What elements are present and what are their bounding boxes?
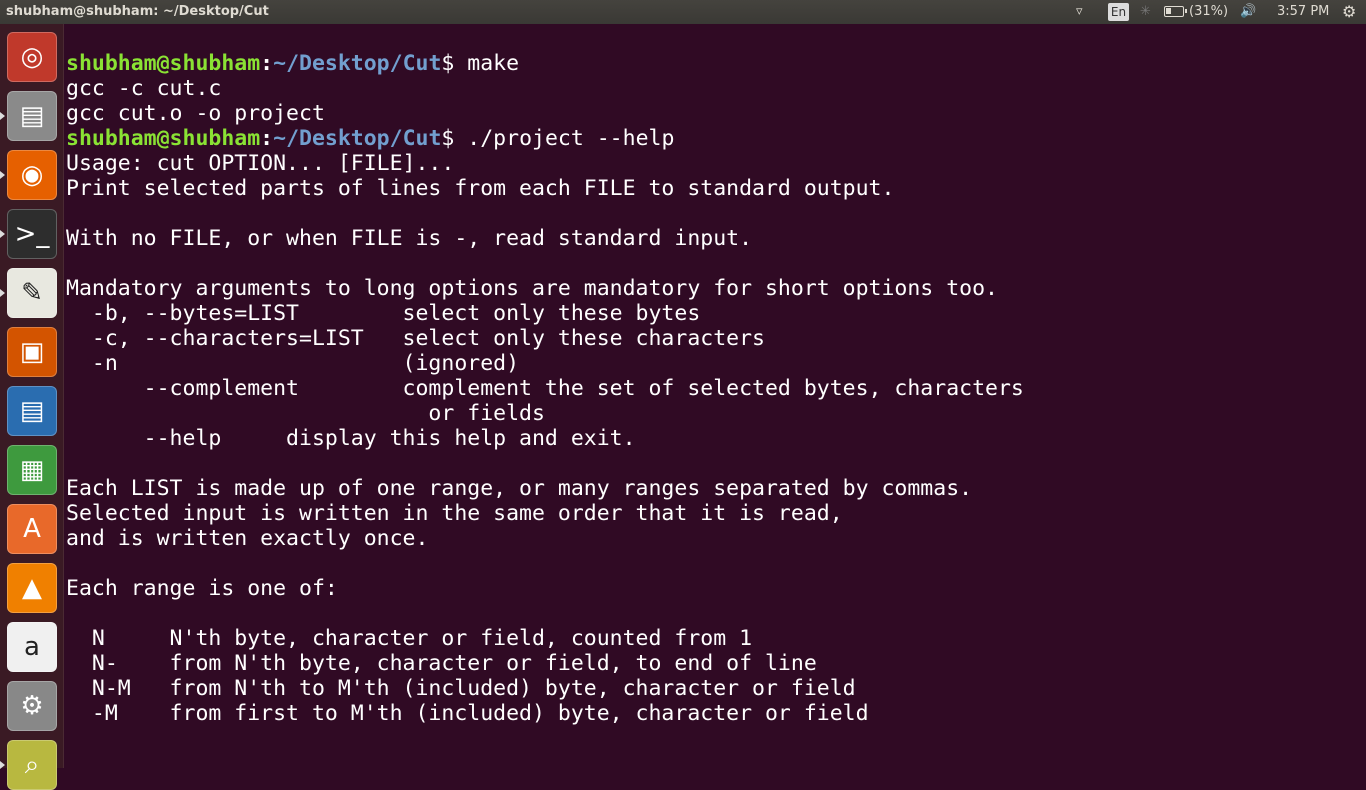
keyboard-layout-indicator[interactable]: En xyxy=(1108,3,1129,21)
launcher-libreoffice-impress-icon[interactable]: ▣ xyxy=(7,327,57,377)
output-line: N-M from N'th to M'th (included) byte, c… xyxy=(66,676,856,701)
output-line: or fields xyxy=(66,401,545,426)
output-line: With no FILE, or when FILE is -, read st… xyxy=(66,226,753,251)
launcher-amazon-icon[interactable]: a xyxy=(7,622,57,672)
battery-icon[interactable] xyxy=(1164,6,1187,17)
output-line: -b, --bytes=LIST select only these bytes xyxy=(66,301,701,326)
output-line: -M from first to M'th (included) byte, c… xyxy=(66,701,869,726)
prompt-line: shubham@shubham:~/Desktop/Cut$ ./project… xyxy=(66,126,1024,151)
power-gear-icon[interactable]: ⚙ xyxy=(1342,2,1356,21)
prompt-colon: : xyxy=(260,51,274,76)
running-indicator xyxy=(0,112,5,120)
output-line: Selected input is written in the same or… xyxy=(66,501,843,526)
output-line: Each LIST is made up of one range, or ma… xyxy=(66,476,973,501)
prompt-dollar: $ xyxy=(441,126,468,151)
launcher-libreoffice-calc-icon[interactable]: ▦ xyxy=(7,445,57,495)
prompt-colon: : xyxy=(260,126,274,151)
command-text: make xyxy=(467,51,520,76)
prompt-path: ~/Desktop/Cut xyxy=(273,126,442,151)
launcher-firefox-icon[interactable]: ◉ xyxy=(7,150,57,200)
bluetooth-icon[interactable]: ✳ xyxy=(1140,4,1151,19)
output-line: -c, --characters=LIST select only these … xyxy=(66,326,765,351)
window-title: shubham@shubham: ~/Desktop/Cut xyxy=(6,4,269,19)
output-line: --help display this help and exit. xyxy=(66,426,636,451)
prompt-user: shubham@shubham xyxy=(66,126,261,151)
volume-icon[interactable]: 🔊 xyxy=(1240,4,1256,19)
prompt-path: ~/Desktop/Cut xyxy=(273,51,442,76)
terminal-output[interactable]: shubham@shubham:~/Desktop/Cut$ make gcc -… xyxy=(66,51,1024,726)
output-line: N N'th byte, character or field, counted… xyxy=(66,626,753,651)
launcher-text-editor-icon[interactable]: ✎ xyxy=(7,268,57,318)
launcher: ◎ ▤ ◉ >_ ✎ ▣ ▤ ▦ A ▲ a ⚙ ⌕ xyxy=(0,24,64,790)
wifi-icon[interactable]: ▿ xyxy=(1076,4,1083,19)
running-indicator xyxy=(0,289,5,297)
output-line: and is written exactly once. xyxy=(66,526,429,551)
prompt-line: shubham@shubham:~/Desktop/Cut$ make xyxy=(66,51,1024,76)
launcher-files-icon[interactable]: ▤ xyxy=(7,91,57,141)
output-line: Usage: cut OPTION... [FILE]... xyxy=(66,151,455,176)
launcher-ubuntu-dash-icon[interactable]: ◎ xyxy=(7,32,57,82)
output-line: Mandatory arguments to long options are … xyxy=(66,276,998,301)
running-indicator xyxy=(0,230,5,238)
output-line: Print selected parts of lines from each … xyxy=(66,176,895,201)
output-line: Each range is one of: xyxy=(66,576,338,601)
launcher-system-settings-icon[interactable]: ⚙ xyxy=(7,681,57,731)
output-line: N- from N'th byte, character or field, t… xyxy=(66,651,817,676)
launcher-terminal-icon[interactable]: >_ xyxy=(7,209,57,259)
output-line: -n (ignored) xyxy=(66,351,520,376)
output-line: gcc -c cut.c xyxy=(66,76,222,101)
launcher-image-viewer-icon[interactable]: ⌕ xyxy=(7,740,57,790)
launcher-vlc-icon[interactable]: ▲ xyxy=(7,563,57,613)
output-line: --complement complement the set of selec… xyxy=(66,376,1024,401)
command-text: ./project --help xyxy=(467,126,675,151)
top-panel: shubham@shubham: ~/Desktop/Cut ▿ En ✳ (3… xyxy=(0,0,1366,24)
launcher-software-center-icon[interactable]: A xyxy=(7,504,57,554)
running-indicator xyxy=(0,171,5,179)
prompt-dollar: $ xyxy=(441,51,468,76)
prompt-user: shubham@shubham xyxy=(66,51,261,76)
output-line: gcc cut.o -o project xyxy=(66,101,325,126)
launcher-libreoffice-writer-icon[interactable]: ▤ xyxy=(7,386,57,436)
clock[interactable]: 3:57 PM xyxy=(1277,4,1329,19)
battery-percent[interactable]: (31%) xyxy=(1189,4,1228,19)
